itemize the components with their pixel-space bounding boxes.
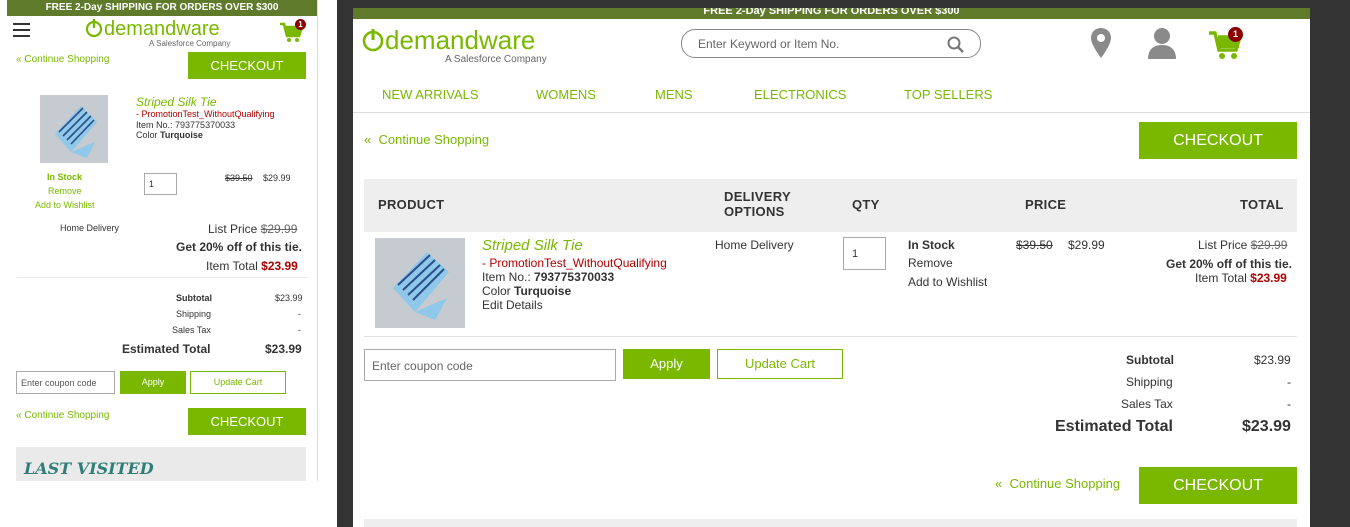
edit-details-link[interactable]: Edit Details (482, 298, 543, 312)
item-total: Item Total $23.99 (1195, 271, 1287, 285)
last-visited-heading: LAST VISITED (16, 447, 306, 481)
sale-price: $29.99 (263, 173, 291, 183)
subtotal-label: Subtotal (176, 293, 212, 303)
cart-count-badge: 1 (295, 19, 306, 30)
subtotal-value: $23.99 (1254, 353, 1291, 367)
stock-status: In Stock (47, 172, 83, 182)
checkout-button-bottom[interactable]: CHECKOUT (1139, 467, 1297, 504)
quantity-input[interactable]: 1 (843, 237, 886, 270)
account-icon[interactable] (1146, 27, 1178, 59)
checkout-button-bottom[interactable]: CHECKOUT (188, 408, 306, 435)
section-divider (364, 519, 1297, 527)
promo-message: Get 20% off of this tie. (1166, 257, 1293, 271)
subtotal-value: $23.99 (275, 293, 303, 303)
desktop-view: FREE 2-Day SHIPPING FOR ORDERS OVER $300… (353, 8, 1310, 527)
shipping-value: - (298, 309, 301, 319)
update-cart-button[interactable]: Update Cart (190, 371, 286, 394)
estimated-total-label: Estimated Total (1055, 418, 1173, 435)
subtotal-label: Subtotal (1126, 353, 1174, 367)
checkout-button[interactable]: CHECKOUT (1139, 122, 1297, 159)
product-name[interactable]: Striped Silk Tie (482, 237, 583, 254)
logo-tagline: A Salesforce Company (445, 54, 547, 65)
nav-electronics[interactable]: ELECTRONICS (754, 87, 846, 102)
original-price: $39.50 (1016, 238, 1053, 252)
promo-message: Get 20% off of this tie. (176, 240, 303, 254)
nav-mens[interactable]: MENS (655, 87, 693, 102)
logo-text: demandware (385, 26, 535, 55)
sales-tax-value: - (1287, 397, 1291, 411)
divider (17, 277, 307, 278)
delivery-option: Home Delivery (60, 223, 120, 233)
cart-count-badge: 1 (1228, 27, 1243, 42)
hamburger-menu-icon[interactable] (13, 23, 30, 37)
shipping-label: Shipping (176, 309, 212, 319)
apply-coupon-button[interactable]: Apply (120, 371, 186, 394)
product-image[interactable] (375, 238, 465, 328)
header-delivery: DELIVERY OPTIONS (724, 189, 791, 219)
item-number: Item No.: 793775370033 (136, 120, 236, 130)
shipping-value: - (1287, 375, 1291, 389)
promo-banner: FREE 2-Day SHIPPING FOR ORDERS OVER $300 (7, 0, 317, 16)
add-to-wishlist-link[interactable]: Add to Wishlist (35, 200, 95, 210)
coupon-input[interactable]: Enter coupon code (364, 349, 616, 381)
update-cart-button[interactable]: Update Cart (717, 349, 843, 379)
nav-womens[interactable]: WOMENS (536, 87, 596, 102)
sales-tax-label: Sales Tax (1121, 397, 1173, 411)
coupon-input[interactable]: Enter coupon code (16, 371, 115, 394)
header-total: TOTAL (1240, 197, 1284, 212)
continue-shopping-link-bottom[interactable]: « Continue Shopping (995, 476, 1120, 491)
mobile-view: FREE 2-Day SHIPPING FOR ORDERS OVER $300… (7, 0, 318, 481)
cart-icon[interactable]: 1 (1208, 27, 1244, 61)
sales-tax-label: Sales Tax (172, 325, 211, 335)
stock-status: In Stock (908, 238, 955, 252)
checkout-button[interactable]: CHECKOUT (188, 52, 306, 79)
main-navigation: NEW ARRIVALS WOMENS MENS ELECTRONICS TOP… (353, 82, 1310, 113)
item-color: Color Turquoise (482, 284, 572, 298)
original-price: $39.50 (225, 173, 253, 183)
apply-coupon-button[interactable]: Apply (623, 349, 710, 379)
logo-text: demandware (104, 18, 220, 40)
estimated-total-label: Estimated Total (122, 342, 211, 356)
brand-logo[interactable]: demandware A Salesforce Company (361, 25, 551, 66)
item-total: Item Total $23.99 (206, 259, 298, 273)
continue-shopping-link[interactable]: « Continue Shopping (364, 132, 489, 147)
delivery-option: Home Delivery (715, 238, 794, 252)
estimated-total-value: $23.99 (265, 342, 302, 356)
promo-banner: FREE 2-Day SHIPPING FOR ORDERS OVER $300 (353, 8, 1310, 19)
nav-new-arrivals[interactable]: NEW ARRIVALS (382, 87, 479, 102)
list-price: List Price $29.99 (208, 222, 298, 236)
row-divider (364, 336, 1297, 337)
quantity-input[interactable]: 1 (144, 173, 177, 195)
estimated-total-value: $23.99 (1242, 418, 1291, 435)
list-price: List Price $29.99 (1198, 238, 1288, 252)
item-number: Item No.: 793775370033 (482, 270, 615, 284)
search-icon (947, 36, 964, 53)
sale-price: $29.99 (1068, 238, 1105, 252)
header-price: PRICE (1025, 197, 1067, 212)
remove-link[interactable]: Remove (908, 256, 953, 270)
header-qty: QTY (852, 197, 880, 212)
brand-logo[interactable]: demandware A Salesforce Company (85, 16, 235, 50)
logo-tagline: A Salesforce Company (149, 39, 230, 48)
promotion-label: - PromotionTest_WithoutQualifying (136, 109, 275, 119)
promotion-label: - PromotionTest_WithoutQualifying (482, 256, 667, 270)
continue-shopping-link[interactable]: « Continue Shopping (16, 54, 109, 65)
item-color: Color Turquoise (136, 130, 203, 140)
product-name[interactable]: Striped Silk Tie (136, 95, 217, 109)
header-product: PRODUCT (378, 197, 445, 212)
shipping-label: Shipping (1126, 375, 1173, 389)
cart-icon[interactable]: 1 (278, 19, 306, 44)
add-to-wishlist-link[interactable]: Add to Wishlist (908, 275, 987, 289)
sales-tax-value: - (298, 325, 301, 335)
remove-link[interactable]: Remove (48, 186, 82, 196)
store-locator-icon[interactable] (1090, 27, 1112, 59)
nav-top-sellers[interactable]: TOP SELLERS (904, 87, 992, 102)
continue-shopping-link-bottom[interactable]: « Continue Shopping (16, 410, 109, 421)
product-image[interactable] (40, 95, 108, 163)
search-input[interactable]: Enter Keyword or Item No. (681, 29, 981, 58)
cart-table-header: PRODUCT DELIVERY OPTIONS QTY PRICE TOTAL (364, 179, 1297, 232)
